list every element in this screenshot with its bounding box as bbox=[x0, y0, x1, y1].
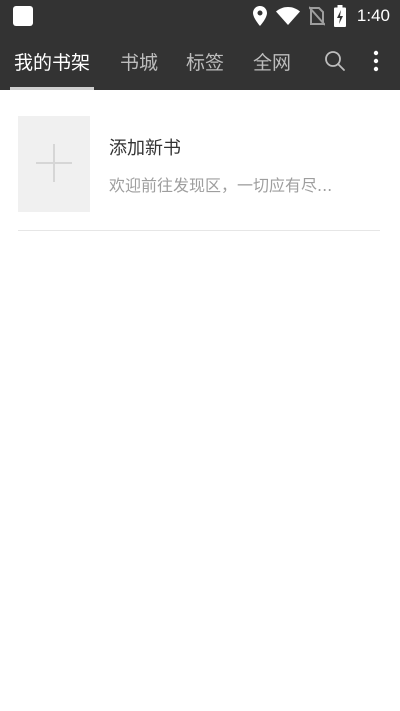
book-cover-placeholder bbox=[18, 116, 90, 212]
app-notification-icon bbox=[13, 6, 33, 26]
book-title: 添加新书 bbox=[109, 138, 181, 159]
location-icon bbox=[252, 6, 267, 26]
add-new-book-item[interactable]: 添加新书 欢迎前往发现区，一切应有尽... bbox=[18, 116, 380, 212]
no-sim-icon bbox=[308, 6, 325, 26]
search-icon[interactable] bbox=[318, 32, 352, 90]
more-vert-icon[interactable] bbox=[362, 32, 390, 90]
book-description: 欢迎前往发现区，一切应有尽... bbox=[109, 176, 333, 195]
list-divider bbox=[18, 230, 380, 231]
clock: 1:40 bbox=[356, 6, 390, 25]
tab-my-bookshelf[interactable]: 我的书架 bbox=[10, 32, 94, 90]
battery-charging-icon bbox=[333, 5, 346, 27]
top-toolbar: 我的书架 书城 标签 全网 bbox=[0, 32, 400, 90]
tab-whole-web[interactable]: 全网 bbox=[243, 32, 301, 90]
tab-bookstore[interactable]: 书城 bbox=[110, 32, 168, 90]
status-icons: 1:40 bbox=[252, 0, 390, 32]
tab-tags[interactable]: 标签 bbox=[176, 32, 234, 90]
status-bar: 1:40 bbox=[0, 0, 400, 32]
active-tab-indicator bbox=[10, 87, 94, 90]
wifi-icon bbox=[275, 7, 300, 25]
